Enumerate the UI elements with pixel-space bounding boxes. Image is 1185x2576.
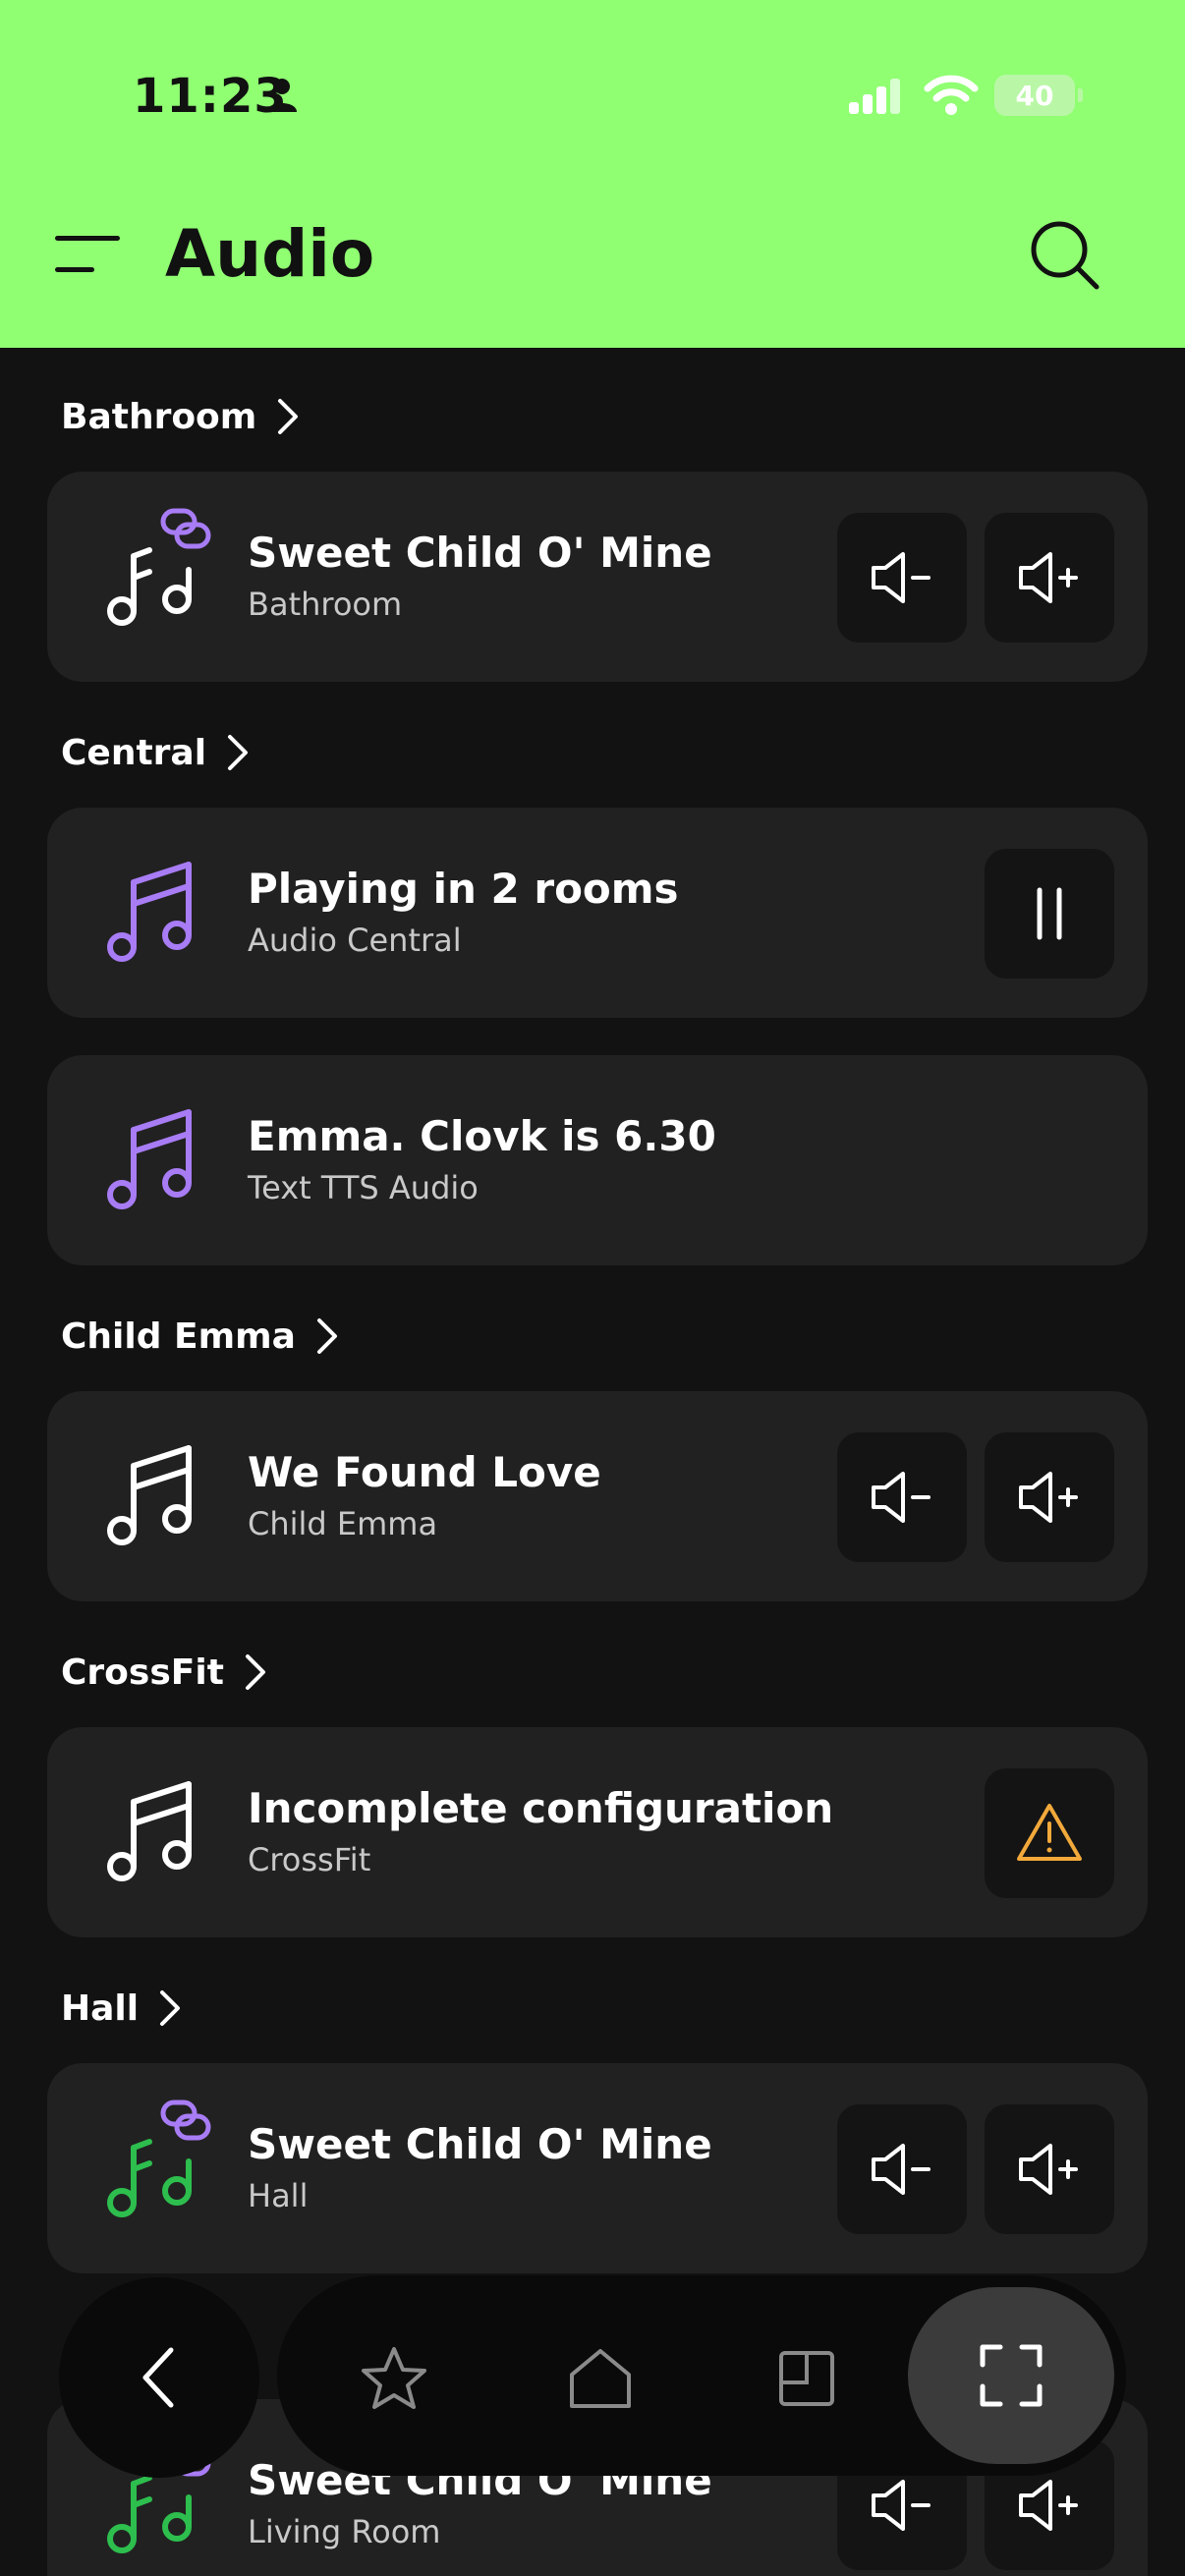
nav-home[interactable] bbox=[546, 2324, 654, 2433]
chevron-right-icon bbox=[245, 1654, 265, 1690]
section-header-crossfit[interactable]: CrossFit bbox=[61, 1643, 267, 1702]
section-label: Child Emma bbox=[61, 1316, 296, 1357]
pause-icon bbox=[1037, 887, 1062, 940]
chevron-right-icon bbox=[278, 399, 299, 434]
star-icon bbox=[362, 2347, 426, 2409]
scan-icon bbox=[980, 2344, 1043, 2407]
section-label: CrossFit bbox=[61, 1652, 224, 1693]
volume-up-icon bbox=[1019, 2480, 1078, 2531]
volume-up-icon bbox=[1019, 1472, 1078, 1523]
room-name: Bathroom bbox=[248, 586, 403, 623]
section-header-bathroom[interactable]: Bathroom bbox=[61, 387, 300, 446]
back-icon bbox=[142, 2347, 174, 2408]
link-icon bbox=[160, 508, 211, 549]
music-note-icon bbox=[107, 1781, 192, 1881]
volume-up-button[interactable] bbox=[985, 2104, 1114, 2234]
section-label: Hall bbox=[61, 1988, 140, 2029]
audio-card-crossfit[interactable]: Incomplete configuration CrossFit bbox=[47, 1727, 1148, 1937]
layout-icon bbox=[779, 2351, 834, 2406]
home-icon bbox=[570, 2349, 631, 2408]
volume-down-button[interactable] bbox=[837, 2104, 967, 2234]
pause-button[interactable] bbox=[985, 849, 1114, 979]
audio-card-bathroom[interactable]: Sweet Child O' Mine Bathroom bbox=[47, 472, 1148, 682]
room-name: Audio Central bbox=[248, 922, 462, 959]
nav-rooms[interactable] bbox=[753, 2324, 861, 2433]
volume-down-icon bbox=[872, 2480, 931, 2531]
person-icon bbox=[267, 79, 297, 112]
room-name: Text TTS Audio bbox=[248, 1169, 479, 1206]
track-title: Sweet Child O' Mine bbox=[248, 2120, 712, 2168]
track-title: We Found Love bbox=[248, 1448, 601, 1496]
room-name: Living Room bbox=[248, 2513, 441, 2550]
signal-icon bbox=[849, 79, 900, 114]
section-label: Central bbox=[61, 732, 207, 773]
chevron-right-icon bbox=[228, 735, 249, 770]
wifi-icon bbox=[924, 75, 979, 115]
volume-down-icon bbox=[872, 1472, 931, 1523]
page-title: Audio bbox=[165, 216, 375, 292]
volume-up-button[interactable] bbox=[985, 513, 1114, 643]
room-name: Child Emma bbox=[248, 1505, 438, 1542]
audio-card-central-group[interactable]: Playing in 2 rooms Audio Central bbox=[47, 808, 1148, 1018]
audio-card-tts[interactable]: Emma. Clovk is 6.30 Text TTS Audio bbox=[47, 1055, 1148, 1265]
search-icon[interactable] bbox=[1028, 218, 1102, 293]
nav-scan[interactable] bbox=[908, 2287, 1114, 2464]
volume-up-icon bbox=[1019, 552, 1078, 603]
menu-icon[interactable] bbox=[55, 234, 120, 273]
warning-button[interactable] bbox=[985, 1768, 1114, 1898]
music-note-icon bbox=[107, 2100, 211, 2217]
chevron-right-icon bbox=[316, 1318, 337, 1354]
nav-favorites[interactable] bbox=[340, 2324, 448, 2433]
audio-card-child-emma[interactable]: We Found Love Child Emma bbox=[47, 1391, 1148, 1601]
section-header-hall[interactable]: Hall bbox=[61, 1979, 182, 2038]
music-note-icon bbox=[107, 508, 211, 626]
volume-up-button[interactable] bbox=[985, 1432, 1114, 1562]
room-name: Hall bbox=[248, 2177, 309, 2214]
track-title: Sweet Child O' Mine bbox=[248, 529, 712, 577]
section-header-central[interactable]: Central bbox=[61, 723, 250, 782]
volume-down-icon bbox=[872, 552, 931, 603]
app-header: 11:23 40 Audio bbox=[0, 0, 1185, 348]
music-note-icon bbox=[107, 1109, 192, 1209]
volume-up-icon bbox=[1019, 2144, 1078, 2195]
section-label: Bathroom bbox=[61, 396, 257, 437]
warning-icon bbox=[1017, 1804, 1082, 1861]
track-title: Incomplete configuration bbox=[248, 1784, 834, 1832]
track-title: Playing in 2 rooms bbox=[248, 865, 679, 913]
volume-down-button[interactable] bbox=[837, 513, 967, 643]
link-icon bbox=[160, 2100, 211, 2141]
audio-card-hall[interactable]: Sweet Child O' Mine Hall bbox=[47, 2063, 1148, 2273]
volume-down-icon bbox=[872, 2144, 931, 2195]
volume-down-button[interactable] bbox=[837, 1432, 967, 1562]
chevron-right-icon bbox=[160, 1990, 181, 2026]
music-note-icon bbox=[107, 862, 192, 962]
battery-indicator: 40 bbox=[994, 75, 1083, 116]
section-header-child-emma[interactable]: Child Emma bbox=[61, 1307, 339, 1366]
track-title: Emma. Clovk is 6.30 bbox=[248, 1112, 716, 1160]
back-button[interactable] bbox=[59, 2277, 259, 2478]
room-name: CrossFit bbox=[248, 1841, 371, 1878]
music-note-icon bbox=[107, 1445, 192, 1545]
